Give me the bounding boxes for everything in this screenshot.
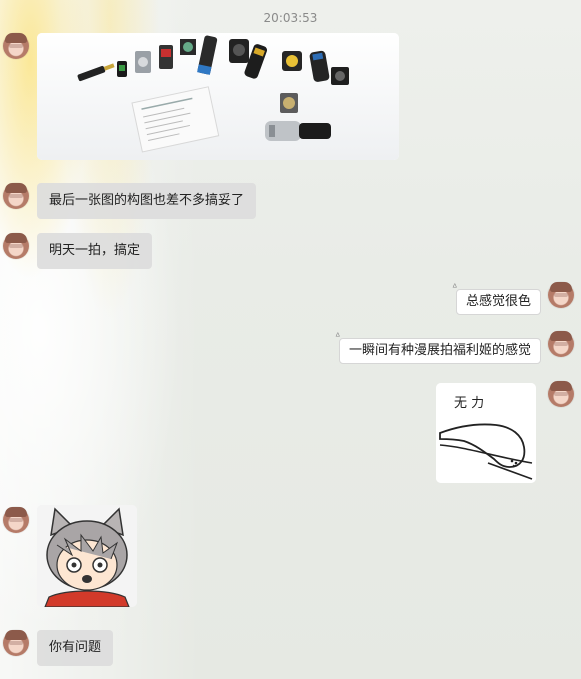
timestamp: 20:03:53 — [263, 11, 318, 25]
sticker-caption: 无 力 — [454, 396, 484, 411]
message-bubble[interactable]: 你有问题 — [37, 630, 114, 666]
message-bubble[interactable]: ᐞ 总感觉很色 — [452, 284, 541, 315]
message-bubble[interactable]: ᐞ 一瞬间有种漫展拍福利姬的感觉 — [335, 333, 541, 364]
message-text: 明天一拍，搞定 — [49, 243, 141, 258]
message-text: 一瞬间有种漫展拍福利姬的感觉 — [348, 343, 531, 358]
avatar[interactable] — [548, 282, 574, 308]
message-image[interactable] — [37, 33, 399, 160]
avatar[interactable] — [3, 507, 29, 533]
catgirl-shocked-sticker — [37, 505, 137, 607]
avatar[interactable] — [3, 183, 29, 209]
message-bubble[interactable]: 明天一拍，搞定 — [37, 233, 153, 269]
message-text: 你有问题 — [49, 640, 102, 655]
sticker[interactable]: 无 力 — [436, 383, 536, 483]
avatar[interactable] — [548, 381, 574, 407]
avatar[interactable] — [3, 33, 29, 59]
avatar[interactable] — [3, 233, 29, 259]
avatar[interactable] — [3, 630, 29, 656]
message-text: 总感觉很色 — [465, 294, 531, 309]
message-bubble[interactable]: 最后一张图的构图也差不多搞妥了 — [37, 183, 257, 219]
cat-ear-icon: ᐞ — [334, 332, 341, 343]
lying-cat-sticker: 无 力 — [436, 383, 536, 483]
connectors-product-photo — [37, 33, 399, 160]
message-text: 最后一张图的构图也差不多搞妥了 — [49, 193, 245, 208]
avatar[interactable] — [548, 331, 574, 357]
sticker[interactable] — [37, 505, 137, 607]
cat-ear-icon: ᐞ — [451, 283, 458, 294]
